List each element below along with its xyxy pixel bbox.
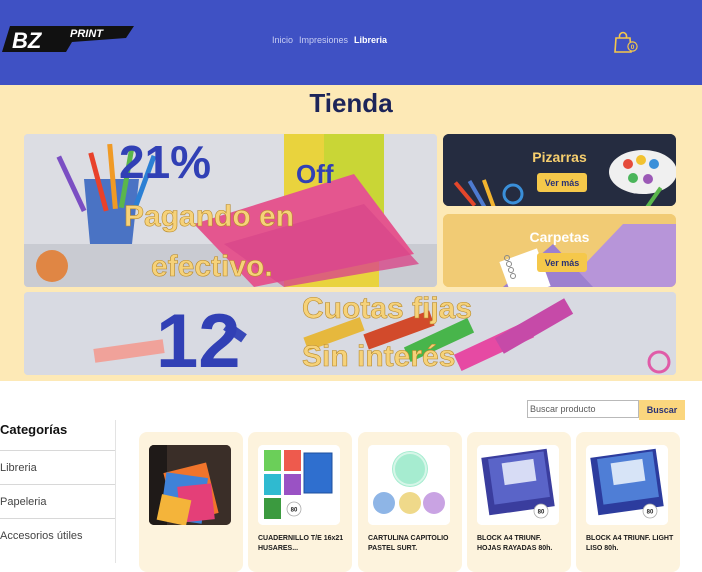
- product-image[interactable]: 80: [258, 445, 340, 525]
- sidebar-title: Categorías: [0, 422, 68, 437]
- search-input[interactable]: [527, 400, 639, 418]
- promo-off: Off: [296, 159, 334, 189]
- hero-section: Tienda 21% Off Pagando en efectivo. Piza…: [0, 85, 702, 381]
- carpetas-art: [443, 214, 676, 287]
- product-image[interactable]: 80: [586, 445, 668, 525]
- card-carpetas-title: Carpetas: [529, 229, 590, 245]
- product-name: BLOCK A4 TRIUNF. LIGHT LISO 80h.: [586, 535, 674, 552]
- product-card[interactable]: 80 BLOCK A4 TRIUNF. HOJAS RAYADAS 80h.: [467, 432, 571, 572]
- product-card[interactable]: CARTULINA CAPITOLIO PASTEL SURT.: [358, 432, 462, 572]
- promo-banner-cash-discount[interactable]: 21% Off Pagando en efectivo.: [24, 134, 437, 287]
- category-card-carpetas[interactable]: Carpetas Ver más: [443, 214, 676, 287]
- search-button[interactable]: Buscar: [639, 400, 685, 420]
- main-nav: Inicio Impresiones Libreria: [272, 35, 387, 45]
- site-header: BZ PRINT Inicio Impresiones Libreria 0: [0, 0, 702, 85]
- product-badge: 80: [538, 510, 545, 516]
- product-badge: 80: [291, 508, 298, 514]
- product-image[interactable]: [149, 445, 231, 525]
- product-card[interactable]: 80 CUADERNILLO T/E 16x21 HUSARES...: [248, 432, 352, 572]
- promo-main-art: 21% Off Pagando en efectivo.: [24, 134, 437, 287]
- bzprint-logo[interactable]: BZ PRINT: [2, 24, 134, 54]
- category-item-accesorios[interactable]: Accesorios útiles: [0, 518, 115, 552]
- product-image[interactable]: [368, 445, 450, 525]
- nav-libreria[interactable]: Libreria: [354, 35, 387, 45]
- product-image[interactable]: 80: [477, 445, 559, 525]
- promo-installments-number: 12: [156, 299, 241, 375]
- pizarras-ver-mas-button[interactable]: Ver más: [537, 173, 587, 192]
- promo-installments-line2: Sin interés: [302, 340, 455, 373]
- product-badge: 80: [647, 510, 654, 516]
- logo-print-text: PRINT: [70, 28, 104, 40]
- promo-line1: Pagando en: [124, 200, 294, 233]
- product-name: CARTULINA CAPITOLIO PASTEL SURT.: [368, 535, 449, 552]
- promo-percent: 21%: [119, 136, 211, 188]
- category-item-libreria[interactable]: Libreria: [0, 450, 115, 484]
- promo-bottom-art: 12 Cuotas fijas Sin interés: [24, 292, 676, 375]
- promo-banner-installments[interactable]: 12 Cuotas fijas Sin interés: [24, 292, 676, 375]
- category-card-pizarras[interactable]: Pizarras Ver más: [443, 134, 676, 206]
- nav-inicio[interactable]: Inicio: [272, 35, 293, 45]
- pizarras-art: [443, 134, 676, 206]
- product-name: CUADERNILLO T/E 16x21 HUSARES...: [258, 535, 344, 552]
- shopping-bag-icon[interactable]: 0: [613, 30, 639, 54]
- nav-impresiones[interactable]: Impresiones: [299, 35, 348, 45]
- category-item-papeleria[interactable]: Papeleria: [0, 484, 115, 518]
- product-name: BLOCK A4 TRIUNF. HOJAS RAYADAS 80h.: [477, 535, 553, 552]
- page-title: Tienda: [309, 88, 393, 118]
- promo-installments-line1: Cuotas fijas: [302, 292, 472, 325]
- product-card[interactable]: [139, 432, 243, 572]
- promo-line2: efectivo.: [151, 250, 273, 283]
- carpetas-ver-mas-button[interactable]: Ver más: [537, 253, 587, 272]
- category-sidebar: Categorías Libreria Papeleria Accesorios…: [0, 420, 116, 563]
- logo-bz-text: BZ: [12, 28, 43, 53]
- product-card[interactable]: 80 BLOCK A4 TRIUNF. LIGHT LISO 80h.: [576, 432, 680, 572]
- card-pizarras-title: Pizarras: [532, 149, 587, 165]
- cart-count: 0: [631, 44, 635, 51]
